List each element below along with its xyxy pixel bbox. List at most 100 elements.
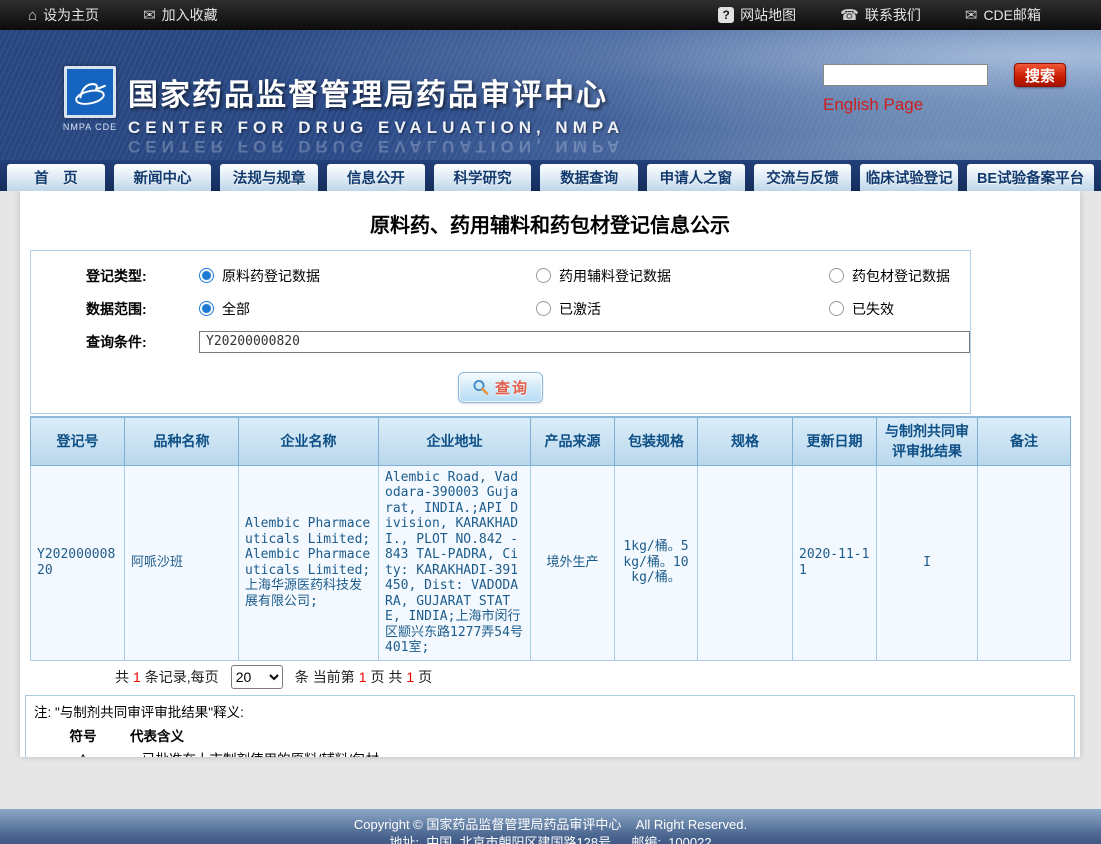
legend-header-row: 符号 代表含义: [26, 725, 1074, 748]
main-nav: 首 页 新闻中心 法规与规章 信息公开 科学研究 数据查询 申请人之窗 交流与反…: [0, 160, 1101, 191]
mail-icon: ✉: [965, 8, 978, 23]
english-page-link[interactable]: English Page: [823, 95, 923, 115]
page-size-select[interactable]: 20: [231, 665, 283, 689]
current-page-label: 当前第: [313, 667, 355, 687]
site-header: NMPA CDE 国家药品监督管理局药品审评中心 CENTER FOR DRUG…: [0, 30, 1101, 160]
cell-packaging: 1kg/桶。5kg/桶。10kg/桶。: [615, 465, 698, 660]
nav-tab-info-disclosure[interactable]: 信息公开: [327, 164, 425, 191]
radio-icon: [536, 301, 551, 316]
question-icon: ?: [718, 7, 734, 23]
reg-type-options: 原料药登记数据 药用辅料登记数据 药包材登记数据: [143, 266, 970, 286]
radio-option-excipient[interactable]: 药用辅料登记数据: [536, 266, 829, 286]
set-homepage-link[interactable]: ⌂ 设为主页: [28, 5, 99, 25]
phone-icon: ☎: [840, 8, 859, 23]
legend-meaning: 已批准在上市制剂使用的原料/辅料/包材。: [142, 748, 393, 758]
envelope-icon: ✉: [143, 8, 156, 23]
cde-mail-link[interactable]: ✉ CDE邮箱: [965, 5, 1041, 25]
radio-option-raw-material[interactable]: 原料药登记数据: [143, 266, 536, 286]
radio-icon: [199, 268, 214, 283]
query-form: 登记类型: 原料药登记数据 药用辅料登记数据 药包材登记数据: [30, 250, 971, 414]
pages-mid-label: 页 共: [370, 667, 402, 687]
col-header-reg-no: 登记号: [31, 417, 125, 465]
cde-logo: [64, 66, 116, 118]
unit-label: 条: [295, 667, 309, 687]
col-header-packaging: 包装规格: [615, 417, 698, 465]
site-title-cn: 国家药品监督管理局药品审评中心: [128, 70, 624, 114]
content-panel: 原料药、药用辅料和药包材登记信息公示 登记类型: 原料药登记数据 药用辅料登记数…: [20, 191, 1080, 757]
col-header-variety: 品种名称: [125, 417, 239, 465]
pages-end-label: 页: [418, 667, 432, 687]
query-condition-input[interactable]: [199, 331, 970, 353]
legend-symbol: A: [62, 748, 104, 758]
legend-box: 注: "与制剂共同审评审批结果"释义: 符号 代表含义 A 已批准在上市制剂使用…: [25, 695, 1075, 758]
cde-logo-link[interactable]: NMPA CDE: [58, 66, 122, 132]
cell-remarks: [978, 465, 1071, 660]
col-header-address: 企业地址: [379, 417, 531, 465]
current-page-number: 1: [359, 669, 367, 685]
add-favorite-link[interactable]: ✉ 加入收藏: [143, 5, 218, 25]
legend-row-a: A 已批准在上市制剂使用的原料/辅料/包材。: [26, 748, 1074, 758]
sitemap-label: 网站地图: [740, 5, 796, 25]
total-label: 共: [115, 667, 129, 687]
radio-option-packaging[interactable]: 药包材登记数据: [829, 266, 970, 286]
logo-caption: NMPA CDE: [58, 122, 122, 132]
site-title-en: CENTER FOR DRUG EVALUATION, NMPA: [128, 118, 624, 138]
nav-tab-clinical-trial[interactable]: 临床试验登记: [860, 164, 958, 191]
cell-company: Alembic Pharmaceuticals Limited;Alembic …: [239, 465, 379, 660]
col-header-remarks: 备注: [978, 417, 1071, 465]
contact-link[interactable]: ☎ 联系我们: [840, 5, 921, 25]
col-header-review-result: 与制剂共同审评审批结果: [877, 417, 978, 465]
col-header-spec: 规格: [698, 417, 793, 465]
radio-option-activated[interactable]: 已激活: [536, 299, 829, 319]
table-row: Y20200000820 阿哌沙班 Alembic Pharmaceutical…: [31, 465, 1071, 660]
reg-type-row: 登记类型: 原料药登记数据 药用辅料登记数据 药包材登记数据: [31, 259, 970, 292]
data-scope-label: 数据范围:: [31, 299, 143, 319]
site-search-button[interactable]: 搜索: [1014, 63, 1066, 87]
page-title: 原料药、药用辅料和药包材登记信息公示: [20, 191, 1080, 238]
nav-tab-science[interactable]: 科学研究: [434, 164, 532, 191]
nav-tab-applicant[interactable]: 申请人之窗: [647, 164, 745, 191]
add-favorite-label: 加入收藏: [162, 5, 218, 25]
radio-icon: [829, 268, 844, 283]
cell-address: Alembic Road, Vadodara-390003 Gujarat, I…: [379, 465, 531, 660]
col-header-update-date: 更新日期: [793, 417, 877, 465]
col-header-company: 企业名称: [239, 417, 379, 465]
site-search-input[interactable]: [823, 64, 988, 86]
cell-origin: 境外生产: [531, 465, 615, 660]
cell-variety: 阿哌沙班: [125, 465, 239, 660]
table-header-row: 登记号 品种名称 企业名称 企业地址 产品来源 包装规格 规格 更新日期 与制剂…: [31, 417, 1071, 465]
pagination-bar: 共 1 条记录,每页 20 条 当前第 1 页 共 1 页: [20, 661, 1080, 694]
swan-logo-icon: [69, 71, 111, 113]
radio-option-expired[interactable]: 已失效: [829, 299, 970, 319]
site-footer: Copyright © 国家药品监督管理局药品审评中心 All Right Re…: [0, 809, 1101, 844]
nav-tab-news[interactable]: 新闻中心: [114, 164, 212, 191]
nav-tab-feedback[interactable]: 交流与反馈: [754, 164, 852, 191]
nav-tab-home[interactable]: 首 页: [7, 164, 105, 191]
header-titles: 国家药品监督管理局药品审评中心 CENTER FOR DRUG EVALUATI…: [128, 70, 624, 156]
query-button[interactable]: 查询: [458, 372, 543, 403]
topbar-left-group: ⌂ 设为主页 ✉ 加入收藏: [28, 5, 218, 25]
nav-tab-regulations[interactable]: 法规与规章: [220, 164, 318, 191]
legend-title: 注: "与制剂共同审评审批结果"释义:: [26, 701, 1074, 725]
legend-meaning-header: 代表含义: [130, 725, 184, 748]
cell-reg-no: Y20200000820: [31, 465, 125, 660]
main-area: 原料药、药用辅料和药包材登记信息公示 登记类型: 原料药登记数据 药用辅料登记数…: [0, 191, 1101, 783]
cell-update-date: 2020-11-11: [793, 465, 877, 660]
set-homepage-label: 设为主页: [43, 5, 99, 25]
radio-icon: [199, 301, 214, 316]
cde-mail-label: CDE邮箱: [983, 5, 1041, 25]
query-condition-row: 查询条件:: [31, 325, 970, 358]
top-utility-bar: ⌂ 设为主页 ✉ 加入收藏 ? 网站地图 ☎ 联系我们 ✉ CDE邮箱: [0, 0, 1101, 30]
query-condition-label: 查询条件:: [31, 332, 143, 352]
radio-option-all[interactable]: 全部: [143, 299, 536, 319]
cell-spec: [698, 465, 793, 660]
total-count: 1: [133, 669, 141, 685]
nav-tab-data-query[interactable]: 数据查询: [540, 164, 638, 191]
magnifier-icon: [472, 379, 489, 396]
results-table: 登记号 品种名称 企业名称 企业地址 产品来源 包装规格 规格 更新日期 与制剂…: [30, 416, 1071, 661]
data-scope-row: 数据范围: 全部 已激活 已失效: [31, 292, 970, 325]
nav-tab-be-platform[interactable]: BE试验备案平台: [967, 164, 1094, 191]
radio-icon: [536, 268, 551, 283]
sitemap-link[interactable]: ? 网站地图: [718, 5, 796, 25]
footer-copyright: Copyright © 国家药品监督管理局药品审评中心 All Right Re…: [0, 816, 1101, 834]
